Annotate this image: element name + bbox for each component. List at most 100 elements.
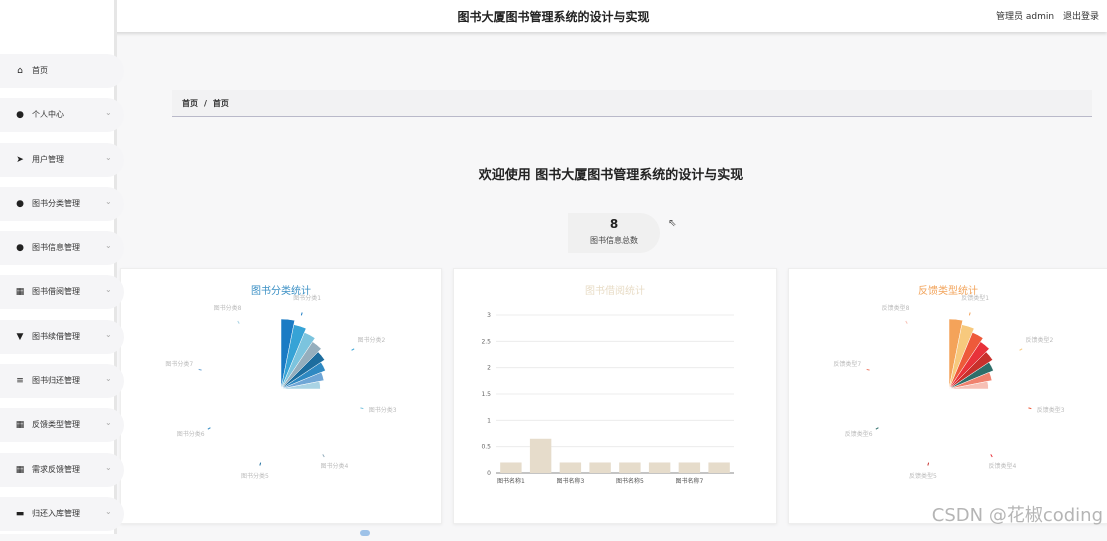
- sidebar-item-label: 用户管理: [32, 154, 64, 164]
- label-leader: [259, 462, 262, 466]
- sidebar-item-label: 图书信息管理: [32, 243, 80, 253]
- grid-icon: ▦: [15, 287, 25, 298]
- home-icon: ⌂: [17, 66, 23, 76]
- sidebar-item[interactable]: ≡ 图书归还管理 ⌄: [0, 364, 124, 399]
- label-leader: [875, 427, 879, 430]
- label-leader: [968, 312, 971, 316]
- sidebar-item-label: 需求反馈管理: [32, 464, 80, 474]
- y-tick-label: 2: [487, 365, 491, 372]
- bar[interactable]: [648, 462, 671, 473]
- borrow-bar-card: 图书借阅统计 0 0.5 1 1.5 2 2.5 3 图书名称1 图书名称3 图书名称5 图书名称7: [453, 268, 777, 524]
- label-leader: [322, 454, 325, 458]
- bar[interactable]: [708, 462, 730, 473]
- bar[interactable]: [500, 462, 522, 473]
- label-leader: [351, 348, 355, 351]
- bar[interactable]: [589, 462, 611, 473]
- sidebar-item[interactable]: ⌂ 首页: [0, 54, 124, 88]
- bar[interactable]: [529, 438, 552, 473]
- top-bar: 图书大厦图书管理系统的设计与实现 管理员 admin 退出登录: [0, 0, 1107, 32]
- slice-label: 反馈类型6: [845, 430, 873, 438]
- sidebar-item[interactable]: ▦ 图书借阅管理 ⌄: [0, 275, 124, 310]
- user-label: 管理员 admin: [996, 12, 1055, 22]
- user-icon: ●: [16, 243, 24, 254]
- label-leader: [927, 462, 930, 466]
- slice-label: 反馈类型5: [909, 472, 937, 480]
- y-tick-label: 1: [487, 417, 491, 424]
- sidebar-item-label: 归还入库管理: [32, 508, 80, 518]
- sidebar-item-label: 个人中心: [32, 110, 64, 120]
- box-icon: ▬: [15, 508, 25, 519]
- borrow-bar-chart: 0 0.5 1 1.5 2 2.5 3 图书名称1 图书名称3 图书名称5 图书名称7: [481, 312, 734, 485]
- sidebar-item-label: 图书归还管理: [32, 376, 80, 386]
- slice-label: 图书分类6: [177, 430, 205, 438]
- sidebar-item[interactable]: ➤ 用户管理 ⌄: [0, 142, 124, 177]
- feedback-pie-chart: 反馈类型1 反馈类型2 反馈类型3 反馈类型4 反馈类型5 反馈类型6 反馈类型7 反馈类型8: [833, 294, 1065, 480]
- sidebar-menu: ⌂ 首页 ● 个人中心 ⌄ ➤ 用户管理 ⌄ ● 图书分类管理 ⌄ ● 图书信息管理 ⌄ ▦ 图书借阅管理 ⌄ ▼…: [0, 54, 126, 541]
- slice-label: 反馈类型3: [1037, 406, 1065, 414]
- y-tick-label: 0: [487, 470, 491, 477]
- x-tick-label: 图书名称5: [616, 477, 644, 485]
- user-icon: ●: [16, 110, 24, 121]
- label-leader: [1019, 348, 1023, 351]
- y-tick-label: 2.5: [481, 338, 491, 345]
- stat-value: 8: [609, 217, 619, 231]
- sidebar-item[interactable]: ▬ 归还入库管理 ⌄: [0, 496, 124, 531]
- chevron-down-icon: ⌄: [105, 462, 112, 472]
- chevron-down-icon: ⌄: [105, 152, 112, 162]
- sidebar-item[interactable]: ▦ 需求反馈管理 ⌄: [0, 452, 124, 487]
- slice-label: 反馈类型1: [961, 294, 989, 302]
- mouse-cursor-icon: ⇖: [668, 218, 677, 229]
- breadcrumb: 首页 / 首页: [172, 90, 1092, 117]
- x-tick-label: 图书名称1: [497, 477, 525, 485]
- grid-icon: ▦: [15, 464, 25, 475]
- chevron-down-icon: ⌄: [105, 506, 112, 516]
- category-pie-card: 图书分类统计 图书分类1 图书分类2 图书分类3 图书分类4 图书分类5 图书分类6 图书分…: [120, 268, 442, 524]
- bar[interactable]: [619, 462, 641, 473]
- bar[interactable]: [559, 462, 582, 473]
- breadcrumb-home[interactable]: 首页: [182, 99, 198, 108]
- scroll-indicator[interactable]: [360, 530, 370, 536]
- label-leader: [198, 368, 202, 371]
- sidebar-item[interactable]: ● 图书分类管理 ⌄: [0, 186, 124, 221]
- user-area: 管理员 admin 退出登录: [990, 9, 1099, 22]
- chevron-down-icon: ⌄: [105, 329, 112, 339]
- grid-icon: ▦: [15, 420, 25, 431]
- chevron-down-icon: ⌄: [105, 241, 112, 251]
- sidebar-item-label: 图书分类管理: [32, 198, 80, 208]
- app-title: 图书大厦图书管理系统的设计与实现: [457, 10, 650, 24]
- chevron-down-icon: ⌄: [105, 285, 112, 295]
- sidebar-item[interactable]: ● 个人中心 ⌄: [0, 98, 124, 133]
- feedback-pie-card: 反馈类型统计 反馈类型1 反馈类型2 反馈类型3 反馈类型4 反馈类型5 反馈类型6 反馈类…: [788, 268, 1107, 524]
- slice-label: 图书分类4: [321, 462, 349, 470]
- stat-label: 图书信息总数: [590, 236, 638, 245]
- slice-label: 反馈类型4: [989, 462, 1017, 470]
- category-pie-chart: 图书分类1 图书分类2 图书分类3 图书分类4 图书分类5 图书分类6 图书分类7 图书分类8: [165, 294, 397, 480]
- label-leader: [300, 312, 303, 316]
- slice-label: 图书分类3: [369, 406, 397, 414]
- label-leader: [1028, 407, 1032, 410]
- breadcrumb-current: 首页: [212, 99, 229, 108]
- logout-link[interactable]: 退出登录: [1063, 12, 1099, 22]
- y-tick-label: 3: [487, 312, 491, 319]
- slice-label: 反馈类型2: [1025, 336, 1053, 344]
- sidebar-item[interactable]: ● 图书信息管理 ⌄: [0, 231, 124, 266]
- sidebar-item-label: 图书借阅管理: [32, 287, 80, 297]
- chevron-down-icon: ⌄: [105, 108, 112, 118]
- slice-label: 图书分类7: [165, 360, 193, 368]
- breadcrumb-separator: /: [204, 99, 207, 108]
- slice-label: 图书分类5: [241, 472, 269, 480]
- bar[interactable]: [678, 462, 701, 473]
- sidebar-item[interactable]: ▦ 反馈类型管理 ⌄: [0, 408, 124, 443]
- x-tick-label: 图书名称3: [556, 477, 584, 485]
- label-leader: [360, 407, 364, 410]
- watermark: CSDN @花椒coding: [931, 505, 1103, 526]
- sidebar-item-label: 图书续借管理: [32, 331, 80, 341]
- y-tick-label: 1.5: [481, 391, 491, 398]
- sidebar: ⌂ 首页 ● 个人中心 ⌄ ➤ 用户管理 ⌄ ● 图书分类管理 ⌄ ● 图书信息管理 ⌄ ▦ 图书借阅管理 ⌄ ▼…: [0, 0, 124, 534]
- sidebar-item[interactable]: ▼ 图书续借管理 ⌄: [0, 319, 124, 354]
- sidebar-item-label: 首页: [32, 66, 48, 75]
- chevron-down-icon: ⌄: [105, 418, 112, 428]
- slice-label: 图书分类2: [357, 336, 385, 344]
- chevron-down-icon: ⌄: [105, 196, 112, 206]
- label-leader: [237, 320, 240, 324]
